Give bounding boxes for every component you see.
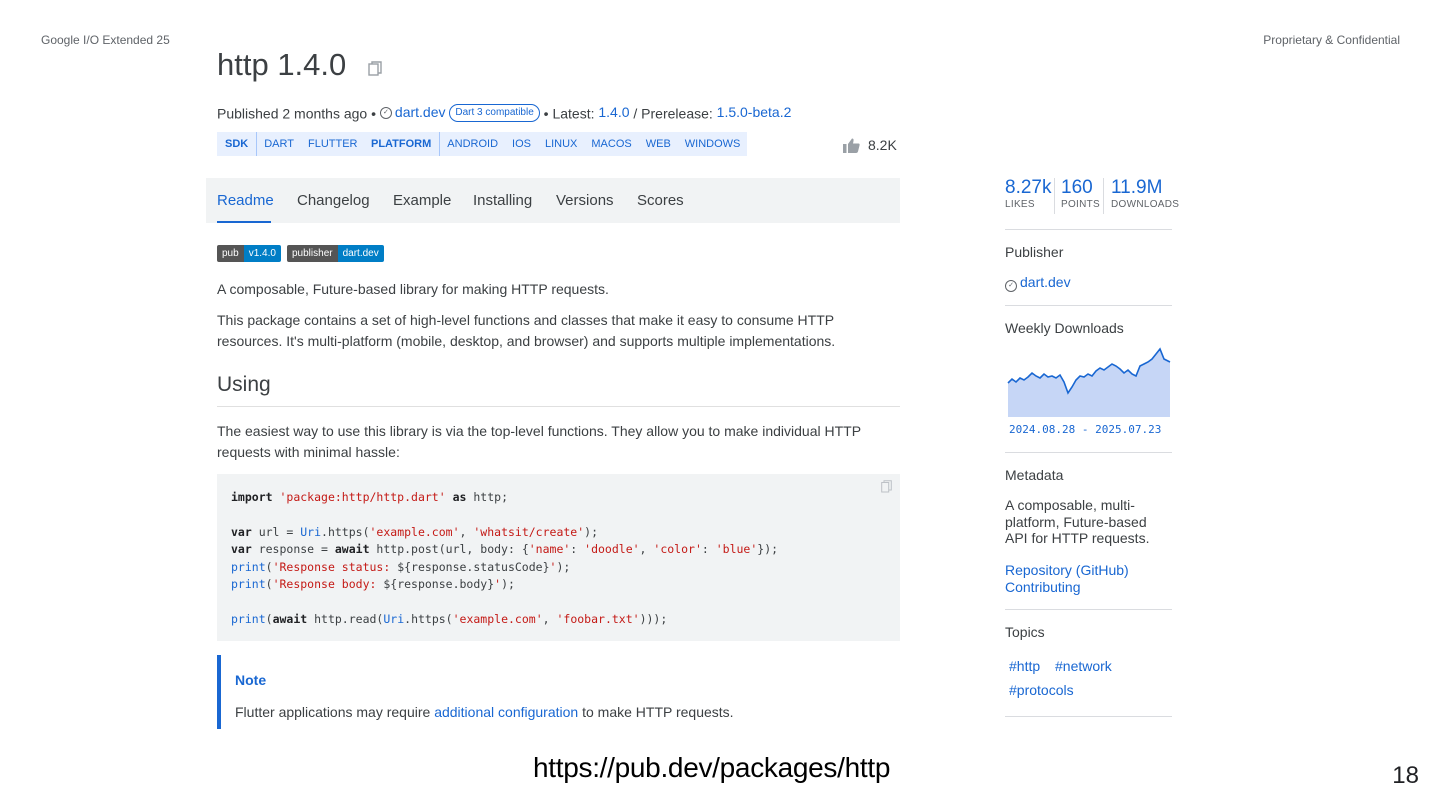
slide-header-left: Google I/O Extended 25 — [41, 33, 170, 47]
topic-network[interactable]: #network — [1055, 658, 1112, 674]
note-suffix: to make HTTP requests. — [582, 704, 734, 720]
contributing-link[interactable]: Contributing — [1005, 579, 1081, 595]
repository-link[interactable]: Repository (GitHub) — [1005, 562, 1129, 578]
latest-label: • Latest: — [543, 105, 595, 122]
points-label: POINTS — [1061, 199, 1101, 210]
using-paragraph-line: The easiest way to use this library is v… — [217, 423, 862, 439]
topics-heading: Topics — [1005, 624, 1045, 640]
like-button[interactable]: 8.2K — [843, 137, 897, 153]
likes-label: LIKES — [1005, 199, 1035, 210]
topic-protocols[interactable]: #protocols — [1009, 682, 1074, 698]
tag-macos[interactable]: MACOS — [584, 138, 638, 150]
tab-versions[interactable]: Versions — [556, 192, 614, 209]
tab-example[interactable]: Example — [393, 192, 451, 209]
tag-web[interactable]: WEB — [639, 138, 678, 150]
tab-installing[interactable]: Installing — [473, 192, 532, 209]
copy-icon[interactable] — [368, 61, 382, 77]
metadata-description: A composable, multi- platform, Future-ba… — [1005, 497, 1149, 547]
downloads-label: DOWNLOADS — [1111, 199, 1180, 210]
prerelease-label: / Prerelease: — [633, 105, 713, 122]
readme-description: This package contains a set of high-leve… — [217, 310, 835, 352]
badge-label: publisher — [287, 245, 338, 262]
sidebar-divider — [1005, 229, 1172, 230]
metadata-heading: Metadata — [1005, 467, 1064, 483]
points-stat: 160 POINTS — [1061, 177, 1100, 210]
platform-tag-group: PLATFORM ANDROID IOS LINUX MACOS WEB WIN… — [363, 132, 748, 156]
downloads-value: 11.9M — [1111, 177, 1163, 198]
weekly-downloads-sparkline[interactable] — [1007, 346, 1171, 418]
stat-divider — [1103, 178, 1104, 214]
tag-flutter[interactable]: FLUTTER — [301, 138, 365, 150]
tag-ios[interactable]: IOS — [505, 138, 538, 150]
copy-code-icon[interactable] — [881, 480, 892, 493]
readme-intro: A composable, Future-based library for m… — [217, 281, 609, 297]
latest-version-link[interactable]: 1.4.0 — [598, 104, 629, 120]
sidebar-publisher-link[interactable]: dart.dev — [1020, 274, 1071, 290]
sdk-tag-group: SDK DART FLUTTER — [217, 132, 365, 156]
prerelease-version-link[interactable]: 1.5.0-beta.2 — [717, 104, 792, 120]
tab-scores[interactable]: Scores — [637, 192, 684, 209]
tag-linux[interactable]: LINUX — [538, 138, 584, 150]
sidebar-divider — [1005, 716, 1172, 717]
tab-readme[interactable]: Readme — [217, 192, 274, 209]
readme-description-line: resources. It's multi-platform (mobile, … — [217, 333, 836, 349]
likes-value: 8.27k — [1005, 177, 1052, 198]
published-text: Published 2 months ago • — [217, 105, 377, 122]
verified-publisher-icon: ✓ — [1005, 280, 1017, 292]
sidebar-publisher: ✓ dart.dev — [1005, 274, 1071, 292]
weekly-downloads-range: 2024.08.28 - 2025.07.23 — [1009, 423, 1162, 436]
tab-bar: Readme Changelog Example Installing Vers… — [206, 178, 900, 223]
using-paragraph: The easiest way to use this library is v… — [217, 421, 861, 463]
tag-windows[interactable]: WINDOWS — [678, 138, 748, 150]
tab-changelog[interactable]: Changelog — [297, 192, 370, 209]
topic-http[interactable]: #http — [1009, 658, 1040, 674]
metadata-line: platform, Future-based — [1005, 513, 1147, 530]
badge-label: pub — [217, 245, 244, 262]
code-snippet: import 'package:http/http.dart' as http;… — [231, 490, 779, 626]
sidebar-divider — [1005, 609, 1172, 610]
sidebar-divider — [1005, 452, 1172, 453]
weekly-downloads-heading: Weekly Downloads — [1005, 320, 1124, 336]
sdk-tag-title[interactable]: SDK — [217, 132, 258, 156]
publisher-link[interactable]: dart.dev — [395, 104, 446, 120]
additional-configuration-link[interactable]: additional configuration — [434, 704, 578, 720]
likes-stat: 8.27k LIKES — [1005, 177, 1051, 210]
publisher-badge[interactable]: publisher dart.dev — [287, 245, 384, 262]
readme-description-line: This package contains a set of high-leve… — [217, 312, 835, 328]
badge-value: dart.dev — [337, 245, 384, 262]
badge-value: v1.4.0 — [243, 245, 281, 262]
using-heading: Using — [217, 373, 271, 396]
thumbs-up-icon — [843, 138, 860, 153]
pub-version-badge[interactable]: pub v1.4.0 — [217, 245, 281, 262]
using-paragraph-line: requests with minimal hassle: — [217, 444, 400, 460]
heading-divider — [217, 406, 900, 407]
note-prefix: Flutter applications may require — [235, 704, 431, 720]
metadata-line: A composable, multi- — [1005, 497, 1135, 513]
note-title: Note — [235, 672, 267, 688]
note-callout: Note Flutter applications may require ad… — [217, 655, 904, 729]
slide-header-right: Proprietary & Confidential — [1263, 33, 1400, 47]
downloads-stat: 11.9M DOWNLOADS — [1111, 177, 1179, 210]
metadata-line: API for HTTP requests. — [1005, 530, 1150, 546]
publisher-heading: Publisher — [1005, 244, 1064, 260]
verified-publisher-icon: ✓ — [379, 107, 392, 120]
points-value: 160 — [1061, 177, 1093, 198]
dart3-compatible-badge[interactable]: Dart 3 compatible — [449, 104, 540, 123]
likes-count: 8.2K — [868, 137, 897, 153]
metadata-links: Repository (GitHub) Contributing — [1005, 562, 1129, 595]
url-caption: https://pub.dev/packages/http — [533, 752, 891, 783]
note-text: Flutter applications may require additio… — [235, 704, 734, 720]
platform-tag-title[interactable]: PLATFORM — [363, 132, 441, 156]
slide-page-number: 18 — [1392, 762, 1419, 789]
tag-dart[interactable]: DART — [257, 138, 301, 150]
package-title: http 1.4.0 — [217, 47, 347, 82]
package-meta-line: Published 2 months ago • ✓ dart.dev Dart … — [217, 104, 792, 123]
tag-android[interactable]: ANDROID — [440, 138, 505, 150]
sidebar-divider — [1005, 305, 1172, 306]
stat-divider — [1054, 178, 1055, 214]
code-block[interactable]: import 'package:http/http.dart' as http;… — [217, 474, 900, 641]
active-tab-indicator — [217, 221, 271, 223]
